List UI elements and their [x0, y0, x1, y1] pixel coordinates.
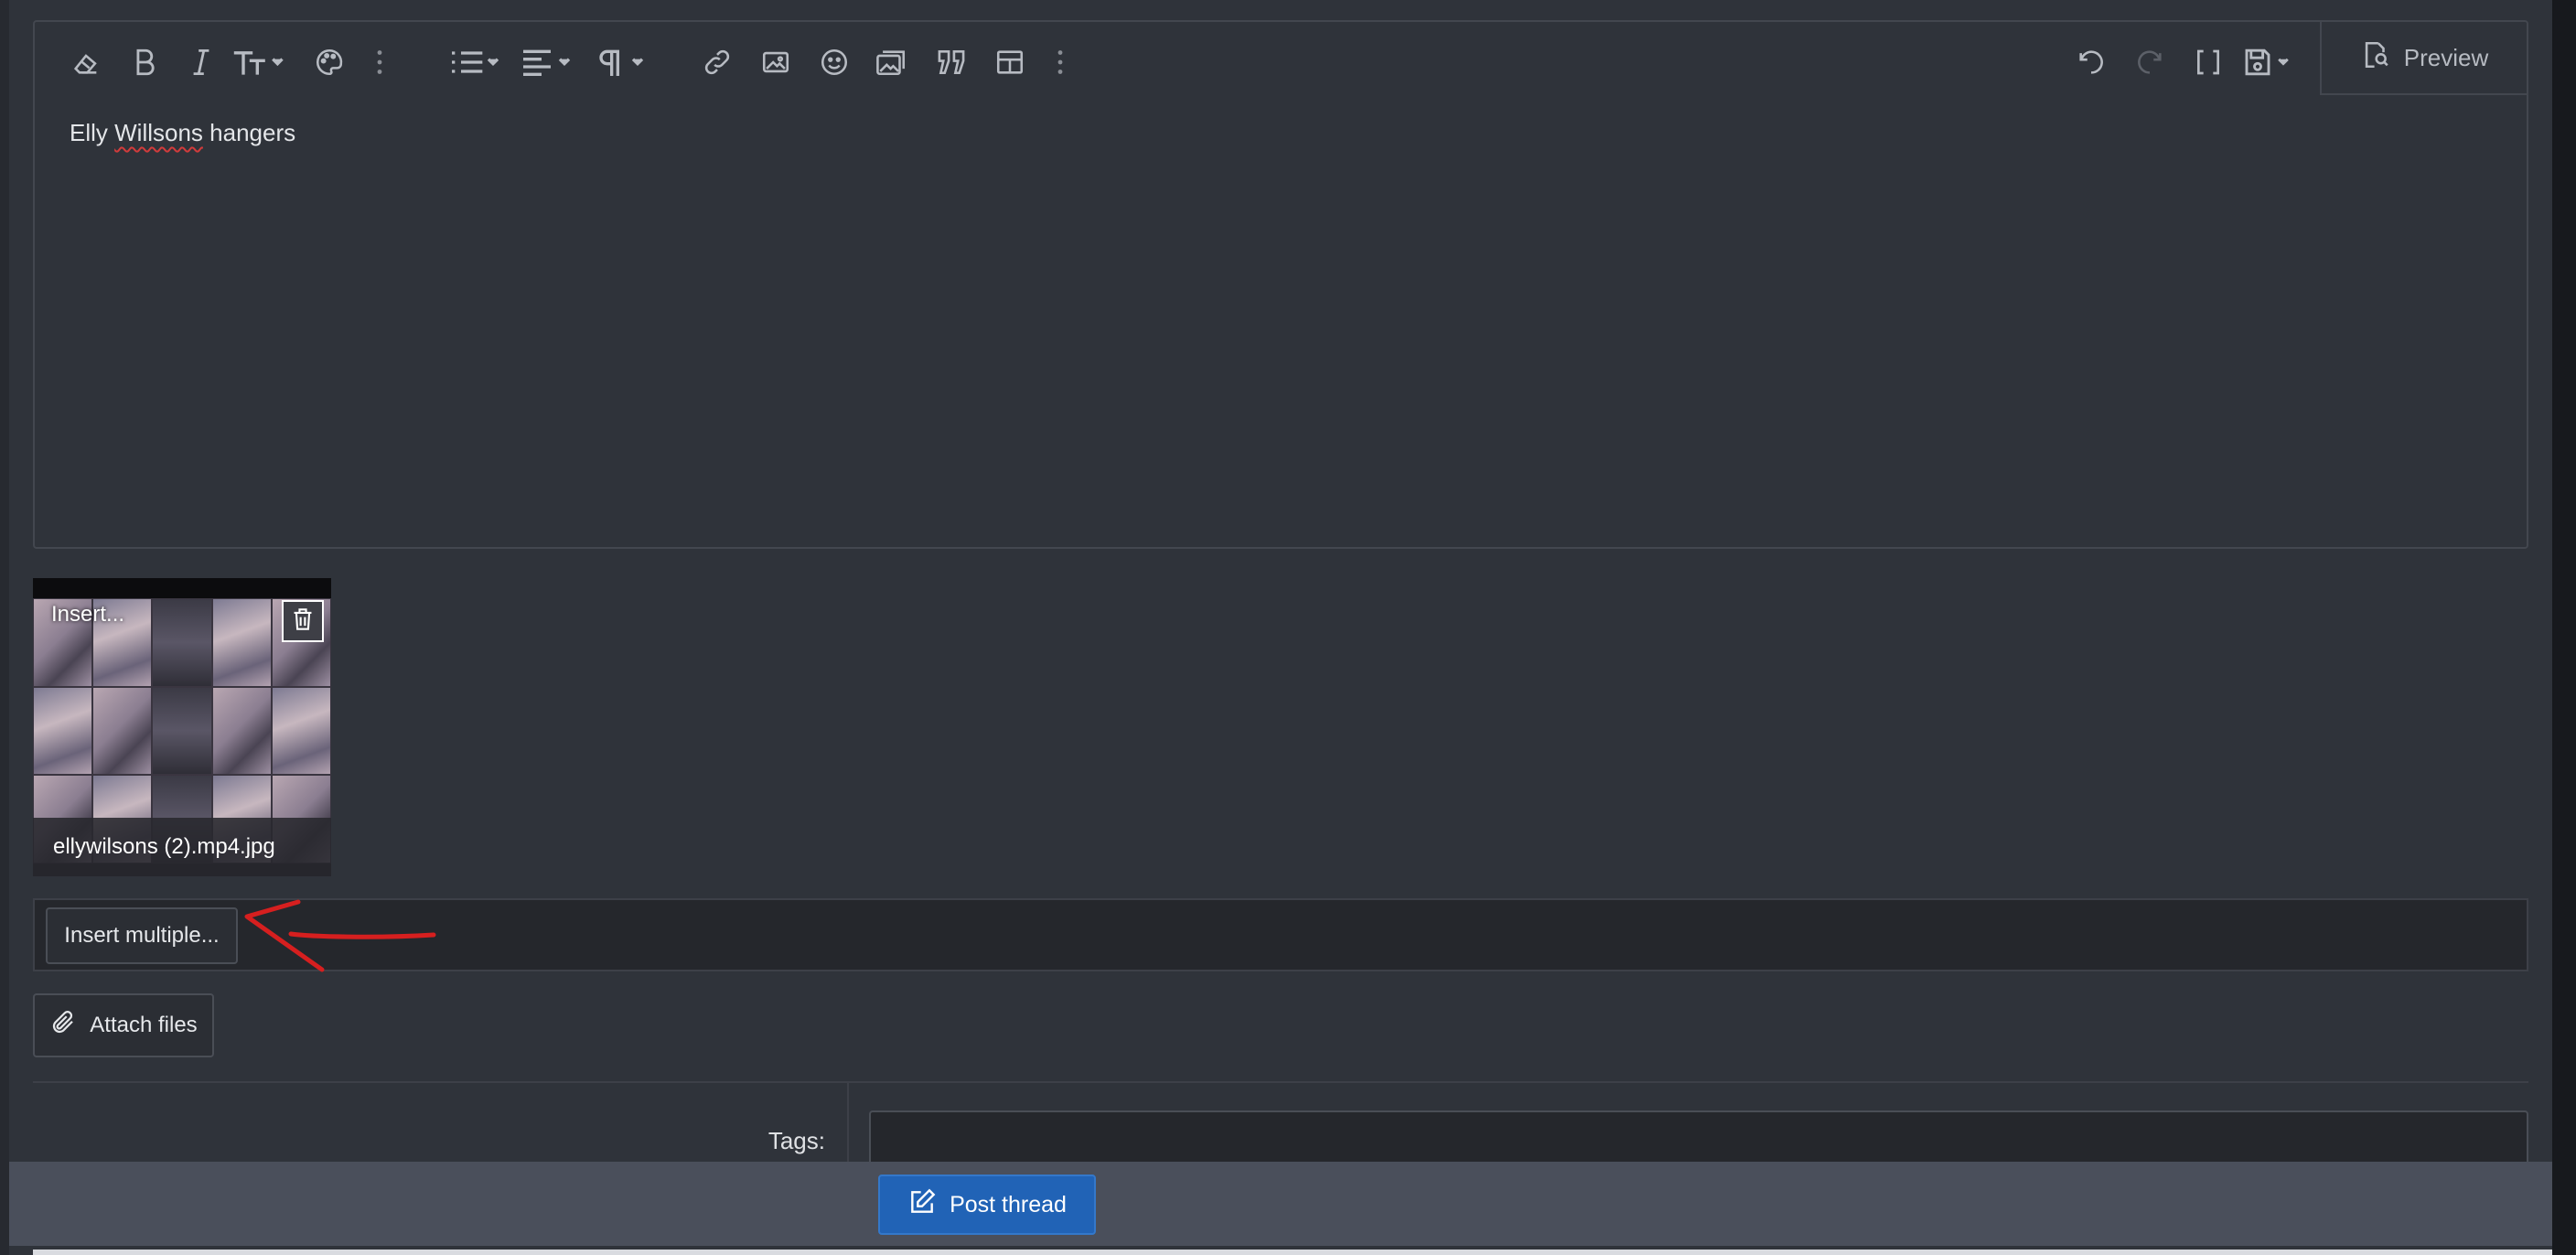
more-vertical-icon[interactable]: [366, 40, 393, 84]
scrollbar-track[interactable]: [2552, 0, 2576, 1255]
palette-icon[interactable]: [307, 40, 351, 84]
text-size-icon[interactable]: [229, 40, 289, 84]
emoji-icon[interactable]: [812, 40, 856, 84]
italic-icon[interactable]: [179, 40, 223, 84]
preview-icon: [2360, 39, 2391, 77]
attach-files-button[interactable]: Attach files: [33, 993, 214, 1057]
insert-multiple-bar: Insert multiple...: [33, 898, 2528, 971]
undo-icon[interactable]: [2069, 40, 2113, 84]
more-vertical-icon[interactable]: [1046, 40, 1074, 84]
save-draft-icon[interactable]: [2239, 40, 2298, 84]
attach-files-label: Attach files: [90, 1013, 198, 1037]
insert-attachment-link[interactable]: Insert...: [51, 602, 124, 628]
thumbnail-top-bar: [33, 578, 331, 598]
bottom-edge: [33, 1250, 2552, 1255]
image-icon[interactable]: [754, 40, 798, 84]
editor-text-start: Elly: [70, 119, 115, 146]
form-label-column: Tags:: [33, 1083, 849, 1165]
preview-button[interactable]: Preview: [2320, 22, 2527, 95]
tags-label: Tags:: [767, 1127, 825, 1154]
delete-attachment-button[interactable]: [282, 600, 324, 642]
misspelled-word: Willsons: [114, 119, 203, 146]
brackets-icon[interactable]: [2186, 40, 2230, 84]
quote-icon[interactable]: [929, 40, 973, 84]
preview-label: Preview: [2403, 43, 2489, 71]
tags-input[interactable]: [869, 1110, 2528, 1165]
form-footer: [9, 1162, 2552, 1246]
rich-text-editor[interactable]: [33, 20, 2528, 549]
align-icon[interactable]: [518, 40, 574, 84]
attachment-filename: ellywilsons (2).mp4.jpg: [33, 818, 331, 876]
post-thread-button[interactable]: Post thread: [878, 1175, 1096, 1235]
paperclip-icon: [49, 1009, 77, 1043]
list-icon[interactable]: [446, 40, 503, 84]
redo-icon: [2128, 40, 2172, 84]
edit-icon: [907, 1187, 937, 1223]
insert-multiple-button[interactable]: Insert multiple...: [46, 907, 238, 964]
paragraph-icon[interactable]: [591, 40, 648, 84]
link-icon[interactable]: [695, 40, 739, 84]
bold-icon[interactable]: [123, 40, 166, 84]
editor-content[interactable]: Elly Willsons hangers: [70, 119, 295, 147]
attachment-thumbnail[interactable]: Insert... ellywilsons (2).mp4.jpg: [33, 578, 331, 876]
media-icon[interactable]: [869, 40, 915, 84]
post-thread-label: Post thread: [950, 1191, 1067, 1217]
eraser-icon[interactable]: [64, 40, 108, 84]
table-icon[interactable]: [988, 40, 1032, 84]
editor-text-end: hangers: [202, 119, 296, 146]
trash-icon: [292, 607, 314, 636]
